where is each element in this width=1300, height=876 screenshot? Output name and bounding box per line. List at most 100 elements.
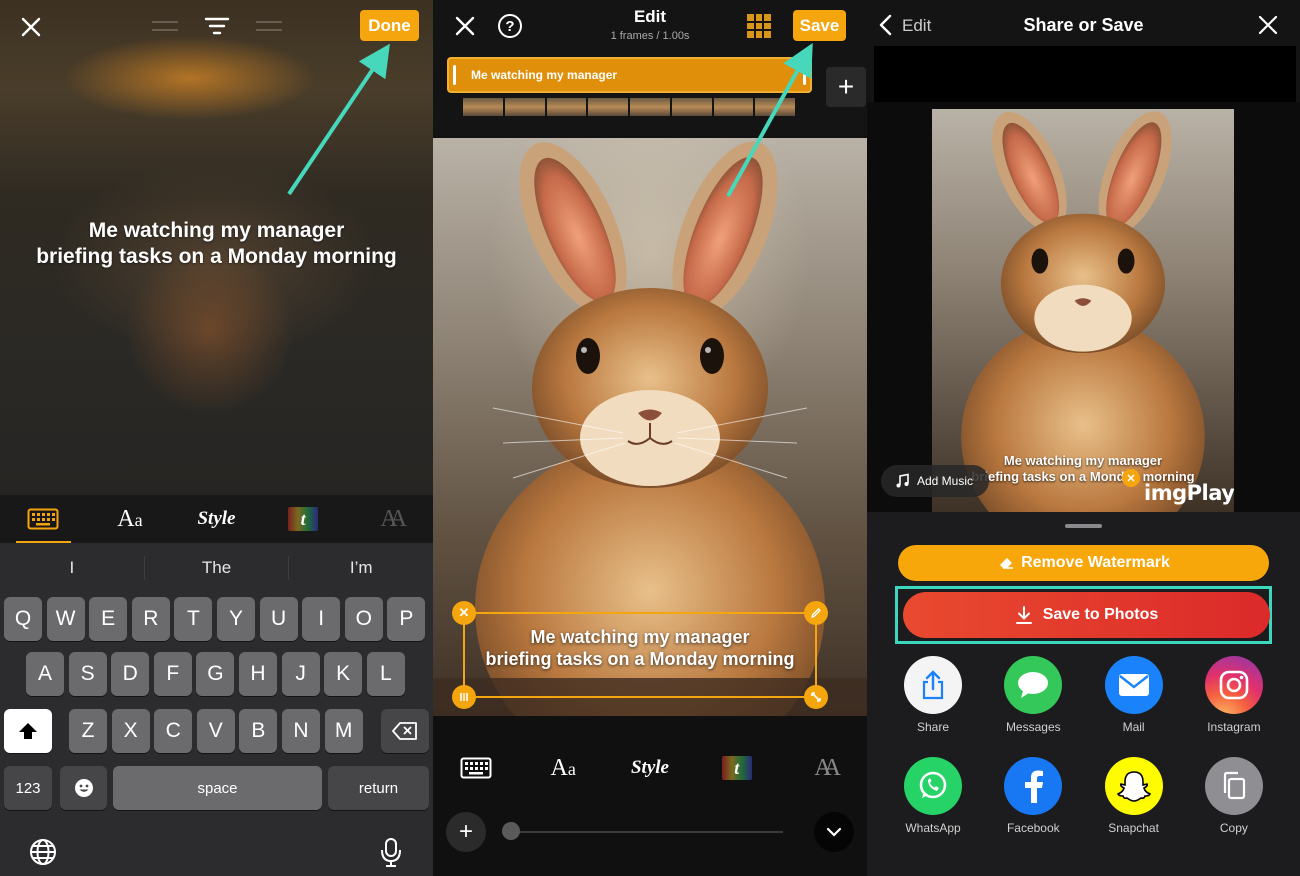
font-icon-big: A xyxy=(550,754,568,781)
emoji-key[interactable] xyxy=(60,766,107,810)
grid-icon[interactable] xyxy=(747,14,771,38)
suggestion-3[interactable]: I’m xyxy=(289,558,433,578)
key-r[interactable]: R xyxy=(131,597,170,641)
save-button[interactable]: Save xyxy=(793,10,846,41)
tab-font[interactable]: Aa xyxy=(520,746,607,790)
resize-icon xyxy=(811,692,821,702)
tab-font[interactable]: Aa xyxy=(87,495,174,543)
close-icon[interactable] xyxy=(1257,14,1279,36)
share-target-messages[interactable]: Messages xyxy=(993,656,1073,734)
key-a[interactable]: A xyxy=(26,652,64,696)
add-music-button[interactable]: Add Music xyxy=(881,465,989,497)
chevron-left-icon[interactable] xyxy=(877,14,895,36)
share-target-instagram[interactable]: Instagram xyxy=(1194,656,1274,734)
key-l[interactable]: L xyxy=(366,652,405,696)
track-handle-left[interactable] xyxy=(453,65,456,85)
frame-filmstrip[interactable] xyxy=(463,98,795,116)
frame-thumbnail xyxy=(755,98,795,116)
key-k[interactable]: K xyxy=(324,652,363,696)
space-key[interactable]: space xyxy=(113,766,322,810)
save-to-photos-button[interactable]: Save to Photos xyxy=(903,592,1270,638)
key-s[interactable]: S xyxy=(68,652,107,696)
align-center-icon[interactable] xyxy=(204,14,230,38)
track-handle-right[interactable] xyxy=(803,65,806,85)
edit-text-icon[interactable] xyxy=(804,601,828,625)
share-target-share[interactable]: Share xyxy=(893,656,973,734)
key-q[interactable]: Q xyxy=(4,597,42,641)
add-button[interactable]: + xyxy=(446,812,486,852)
align-right-icon[interactable] xyxy=(256,21,282,31)
shift-key-active[interactable] xyxy=(4,709,52,753)
key-h[interactable]: H xyxy=(239,652,277,696)
tab-keyboard[interactable] xyxy=(0,495,87,543)
tab-text-color[interactable]: t xyxy=(693,746,780,790)
key-p[interactable]: P xyxy=(387,597,426,641)
key-u[interactable]: U xyxy=(259,597,298,641)
back-button[interactable]: Edit xyxy=(902,16,931,36)
key-w[interactable]: W xyxy=(46,597,85,641)
key-f[interactable]: F xyxy=(153,652,192,696)
delete-key[interactable] xyxy=(381,709,429,753)
frame-thumbnail xyxy=(713,98,754,116)
preview-area: Me watching my manager briefing tasks on… xyxy=(867,102,1300,512)
share-target-copy[interactable]: Copy xyxy=(1194,757,1274,835)
microphone-icon[interactable] xyxy=(374,835,408,869)
caption-line-2: briefing tasks on a Monday morning xyxy=(36,245,397,268)
help-icon[interactable]: ? xyxy=(498,14,522,38)
tab-text-effect[interactable]: AA xyxy=(346,495,433,543)
suggestion-1[interactable]: I xyxy=(0,558,144,578)
key-i[interactable]: I xyxy=(302,597,341,641)
share-target-snapchat[interactable]: Snapchat xyxy=(1094,757,1174,835)
close-icon[interactable] xyxy=(18,14,44,40)
snapchat-icon xyxy=(1104,757,1163,815)
delete-text-icon[interactable]: ✕ xyxy=(452,601,476,625)
text-track[interactable]: Me watching my manager xyxy=(447,57,812,93)
key-v[interactable]: V xyxy=(196,709,235,753)
key-z[interactable]: Z xyxy=(69,709,107,753)
share-label: Facebook xyxy=(1006,821,1060,835)
tab-keyboard[interactable] xyxy=(433,746,520,790)
share-target-mail[interactable]: Mail xyxy=(1094,656,1174,734)
caption-text-editing[interactable]: Me watching my manager briefing tasks on… xyxy=(0,218,433,270)
split-handle-icon[interactable] xyxy=(452,685,476,709)
sheet-grabber[interactable] xyxy=(1065,524,1102,528)
tab-text-color[interactable]: t xyxy=(260,495,347,543)
add-track-button[interactable]: + xyxy=(826,67,866,107)
key-d[interactable]: D xyxy=(111,652,150,696)
timeline-slider[interactable] xyxy=(513,831,783,833)
key-c[interactable]: C xyxy=(154,709,193,753)
pencil-icon xyxy=(811,608,821,618)
key-x[interactable]: X xyxy=(111,709,150,753)
done-button[interactable]: Done xyxy=(360,10,419,41)
key-e[interactable]: E xyxy=(89,597,128,641)
key-b[interactable]: B xyxy=(239,709,278,753)
tab-text-effect[interactable]: AA xyxy=(780,746,867,790)
resize-handle-icon[interactable] xyxy=(804,685,828,709)
return-key[interactable]: return xyxy=(328,766,429,810)
key-o[interactable]: O xyxy=(344,597,383,641)
share-target-facebook[interactable]: Facebook xyxy=(993,757,1073,835)
remove-watermark-button[interactable]: Remove Watermark xyxy=(898,545,1269,581)
collapse-button[interactable] xyxy=(814,812,854,852)
align-left-icon[interactable] xyxy=(152,21,178,31)
key-j[interactable]: J xyxy=(281,652,320,696)
suggestion-2[interactable]: The xyxy=(145,558,289,578)
slider-knob[interactable] xyxy=(502,822,520,840)
close-icon[interactable] xyxy=(453,14,477,38)
text-effect-icon: AA xyxy=(380,505,407,532)
key-n[interactable]: N xyxy=(282,709,320,753)
key-m[interactable]: M xyxy=(324,709,363,753)
share-label: WhatsApp xyxy=(905,821,961,835)
share-target-whatsapp[interactable]: WhatsApp xyxy=(893,757,973,835)
share-icon xyxy=(904,656,962,714)
key-t[interactable]: T xyxy=(174,597,213,641)
globe-icon[interactable] xyxy=(26,835,60,869)
text-overlay-box[interactable]: Me watching my manager briefing tasks on… xyxy=(452,601,828,709)
numbers-key[interactable]: 123 xyxy=(4,766,52,810)
key-y[interactable]: Y xyxy=(217,597,255,641)
tab-style[interactable]: Style xyxy=(173,495,260,543)
key-g[interactable]: G xyxy=(196,652,235,696)
grid-cell xyxy=(755,14,763,21)
remove-watermark-icon[interactable]: ✕ xyxy=(1122,469,1140,487)
tab-style[interactable]: Style xyxy=(607,746,694,790)
